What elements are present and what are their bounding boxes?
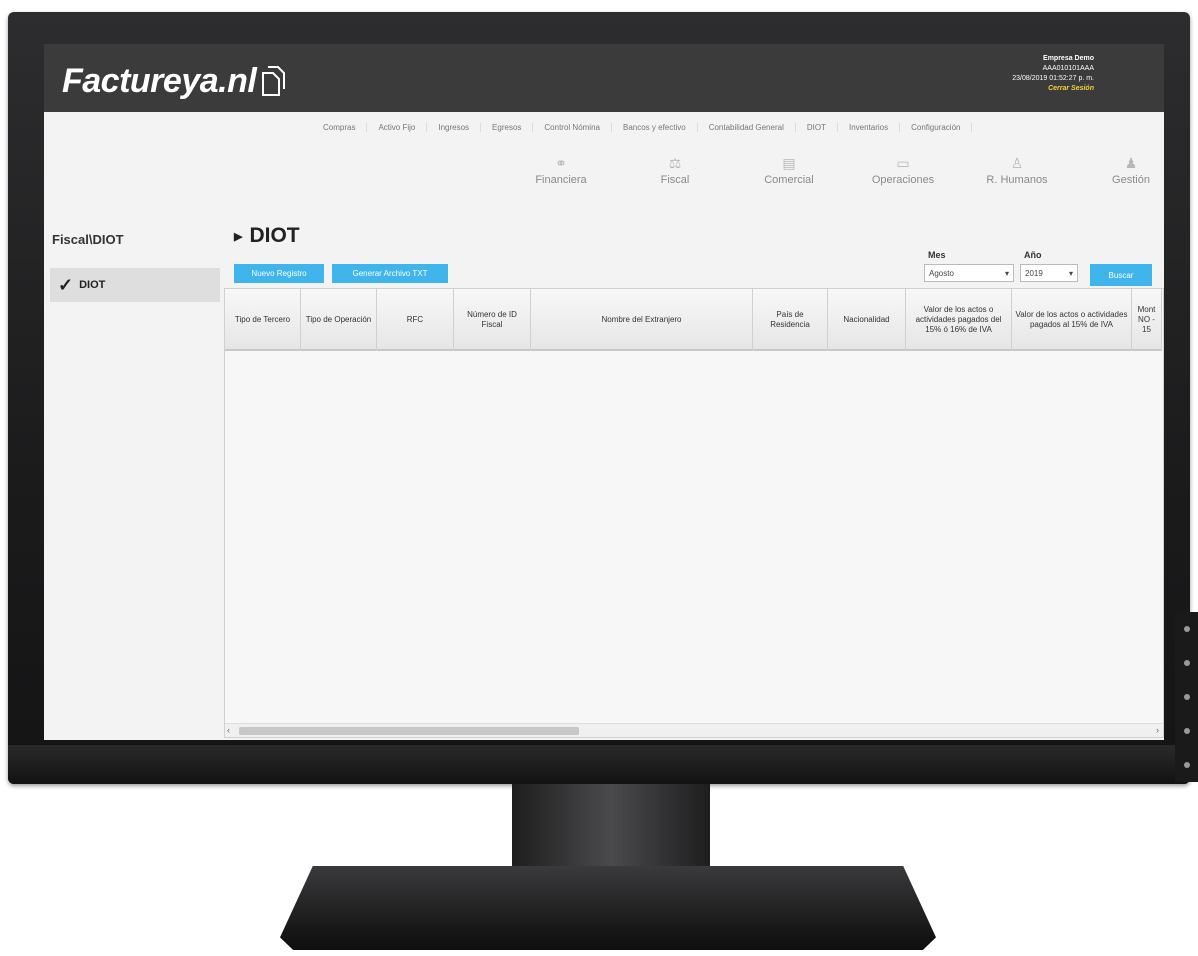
module-financiera[interactable]: ⚭ Financiera [504, 152, 618, 186]
generate-txt-button[interactable]: Generar Archivo TXT [332, 264, 448, 283]
page-title-text: DIOT [249, 224, 300, 247]
menu-item-bancos[interactable]: Bancos y efectivo [612, 123, 698, 132]
screen: Factureya.nl Empresa Demo AAA010101AAA 2… [44, 44, 1164, 740]
menu-item-configuracion[interactable]: Configuración [900, 123, 973, 132]
logo-text: Factureya.nl [62, 62, 257, 100]
diot-table: Tipo de Tercero Tipo de Operación RFC Nú… [224, 288, 1164, 738]
monitor-stand-base [280, 866, 936, 950]
checkmark-icon: ✓ [58, 274, 74, 295]
scale-icon: ⚖ [668, 155, 682, 171]
menu-item-egresos[interactable]: Egresos [481, 123, 534, 132]
column-header[interactable]: Tipo de Tercero [225, 289, 301, 351]
horizontal-scrollbar[interactable]: ‹ › [225, 723, 1163, 737]
sidebar-item-label: DIOT [79, 279, 106, 291]
menu-item-inventarios[interactable]: Inventarios [838, 123, 901, 132]
logout-link[interactable]: Cerrar Sesión [1012, 84, 1094, 94]
monitor-bezel [8, 745, 1190, 784]
sidebar-item-diot[interactable]: ✓ DIOT [50, 268, 220, 302]
new-record-button[interactable]: Nuevo Registro [234, 264, 324, 283]
org-icon: ♟ [1124, 155, 1138, 171]
scrollbar-thumb[interactable] [239, 727, 579, 735]
column-header[interactable]: Valor de los actos o actividades pagados… [1012, 289, 1132, 351]
module-gestion[interactable]: ♟ Gestión [1074, 152, 1164, 186]
page-title: ▶ DIOT [234, 224, 300, 248]
chevron-down-icon: ▾ [1068, 268, 1073, 278]
column-header[interactable]: País de Residencia [753, 289, 828, 351]
top-bar: Factureya.nl Empresa Demo AAA010101AAA 2… [44, 44, 1164, 112]
menu-item-activo-fijo[interactable]: Activo Fijo [367, 123, 428, 132]
scroll-left-icon[interactable]: ‹ [227, 725, 230, 735]
module-label: R. Humanos [986, 174, 1048, 186]
year-value: 2019 [1025, 268, 1043, 278]
search-button[interactable]: Buscar [1090, 264, 1152, 286]
column-header[interactable]: Nacionalidad [828, 289, 906, 351]
month-label: Mes [928, 250, 946, 260]
menu-item-ingresos[interactable]: Ingresos [427, 123, 482, 132]
menu-bar: Compras Activo Fijo Ingresos Egresos Con… [44, 112, 1164, 146]
caret-right-icon: ▶ [234, 230, 243, 243]
module-label: Financiera [535, 174, 587, 186]
month-value: Agosto [929, 268, 954, 278]
company-name: Empresa Demo [1043, 55, 1094, 62]
menu-item-control-nomina[interactable]: Control Nómina [533, 123, 612, 132]
building-icon: ▤ [782, 155, 796, 171]
column-header[interactable]: Valor de los actos o actividades pagados… [906, 289, 1012, 351]
user-info: Empresa Demo AAA010101AAA 23/08/2019 01:… [1012, 54, 1094, 94]
module-r-humanos[interactable]: ♙ R. Humanos [960, 152, 1074, 186]
column-header[interactable]: Mont NO - 15 [1132, 289, 1162, 351]
column-header[interactable]: RFC [377, 289, 454, 351]
chevron-down-icon: ▾ [1004, 268, 1009, 278]
monitor-icon: ▭ [896, 155, 910, 171]
menu-item-diot[interactable]: DIOT [796, 123, 838, 132]
monitor-button [1183, 660, 1190, 666]
monitor-button [1183, 694, 1190, 700]
person-icon: ♙ [1010, 155, 1024, 171]
module-nav: ⚭ Financiera ⚖ Fiscal ▤ Comercial ▭ Oper… [504, 152, 1164, 186]
menu-items: Compras Activo Fijo Ingresos Egresos Con… [312, 123, 973, 132]
module-operaciones[interactable]: ▭ Operaciones [846, 152, 960, 186]
breadcrumb: Fiscal\DIOT [52, 232, 124, 247]
session-datetime: 23/08/2019 01:52:27 p. m. [1012, 75, 1094, 82]
year-label: Año [1024, 250, 1042, 260]
module-label: Comercial [764, 174, 814, 186]
menu-item-contabilidad[interactable]: Contabilidad General [698, 123, 796, 132]
monitor-button [1183, 762, 1190, 768]
scroll-right-icon[interactable]: › [1156, 725, 1159, 735]
module-label: Fiscal [660, 174, 690, 186]
logo: Factureya.nl [62, 62, 286, 101]
monitor-buttons [1175, 612, 1198, 782]
menu-item-compras[interactable]: Compras [312, 123, 368, 132]
month-select[interactable]: Agosto ▾ [924, 264, 1014, 282]
link-icon: ⚭ [555, 155, 567, 171]
column-header[interactable]: Nombre del Extranjero [531, 289, 753, 351]
table-header: Tipo de Tercero Tipo de Operación RFC Nú… [225, 289, 1162, 351]
module-comercial[interactable]: ▤ Comercial [732, 152, 846, 186]
module-fiscal[interactable]: ⚖ Fiscal [618, 152, 732, 186]
year-select[interactable]: 2019 ▾ [1020, 264, 1078, 282]
column-header[interactable]: Tipo de Operación [301, 289, 377, 351]
monitor-button [1183, 728, 1190, 734]
document-icon [260, 65, 286, 99]
module-label: Operaciones [871, 174, 935, 186]
column-header[interactable]: Número de ID Fiscal [454, 289, 531, 351]
monitor-button [1183, 626, 1190, 632]
module-label: Gestión [1112, 174, 1150, 186]
user-rfc: AAA010101AAA [1042, 65, 1094, 72]
